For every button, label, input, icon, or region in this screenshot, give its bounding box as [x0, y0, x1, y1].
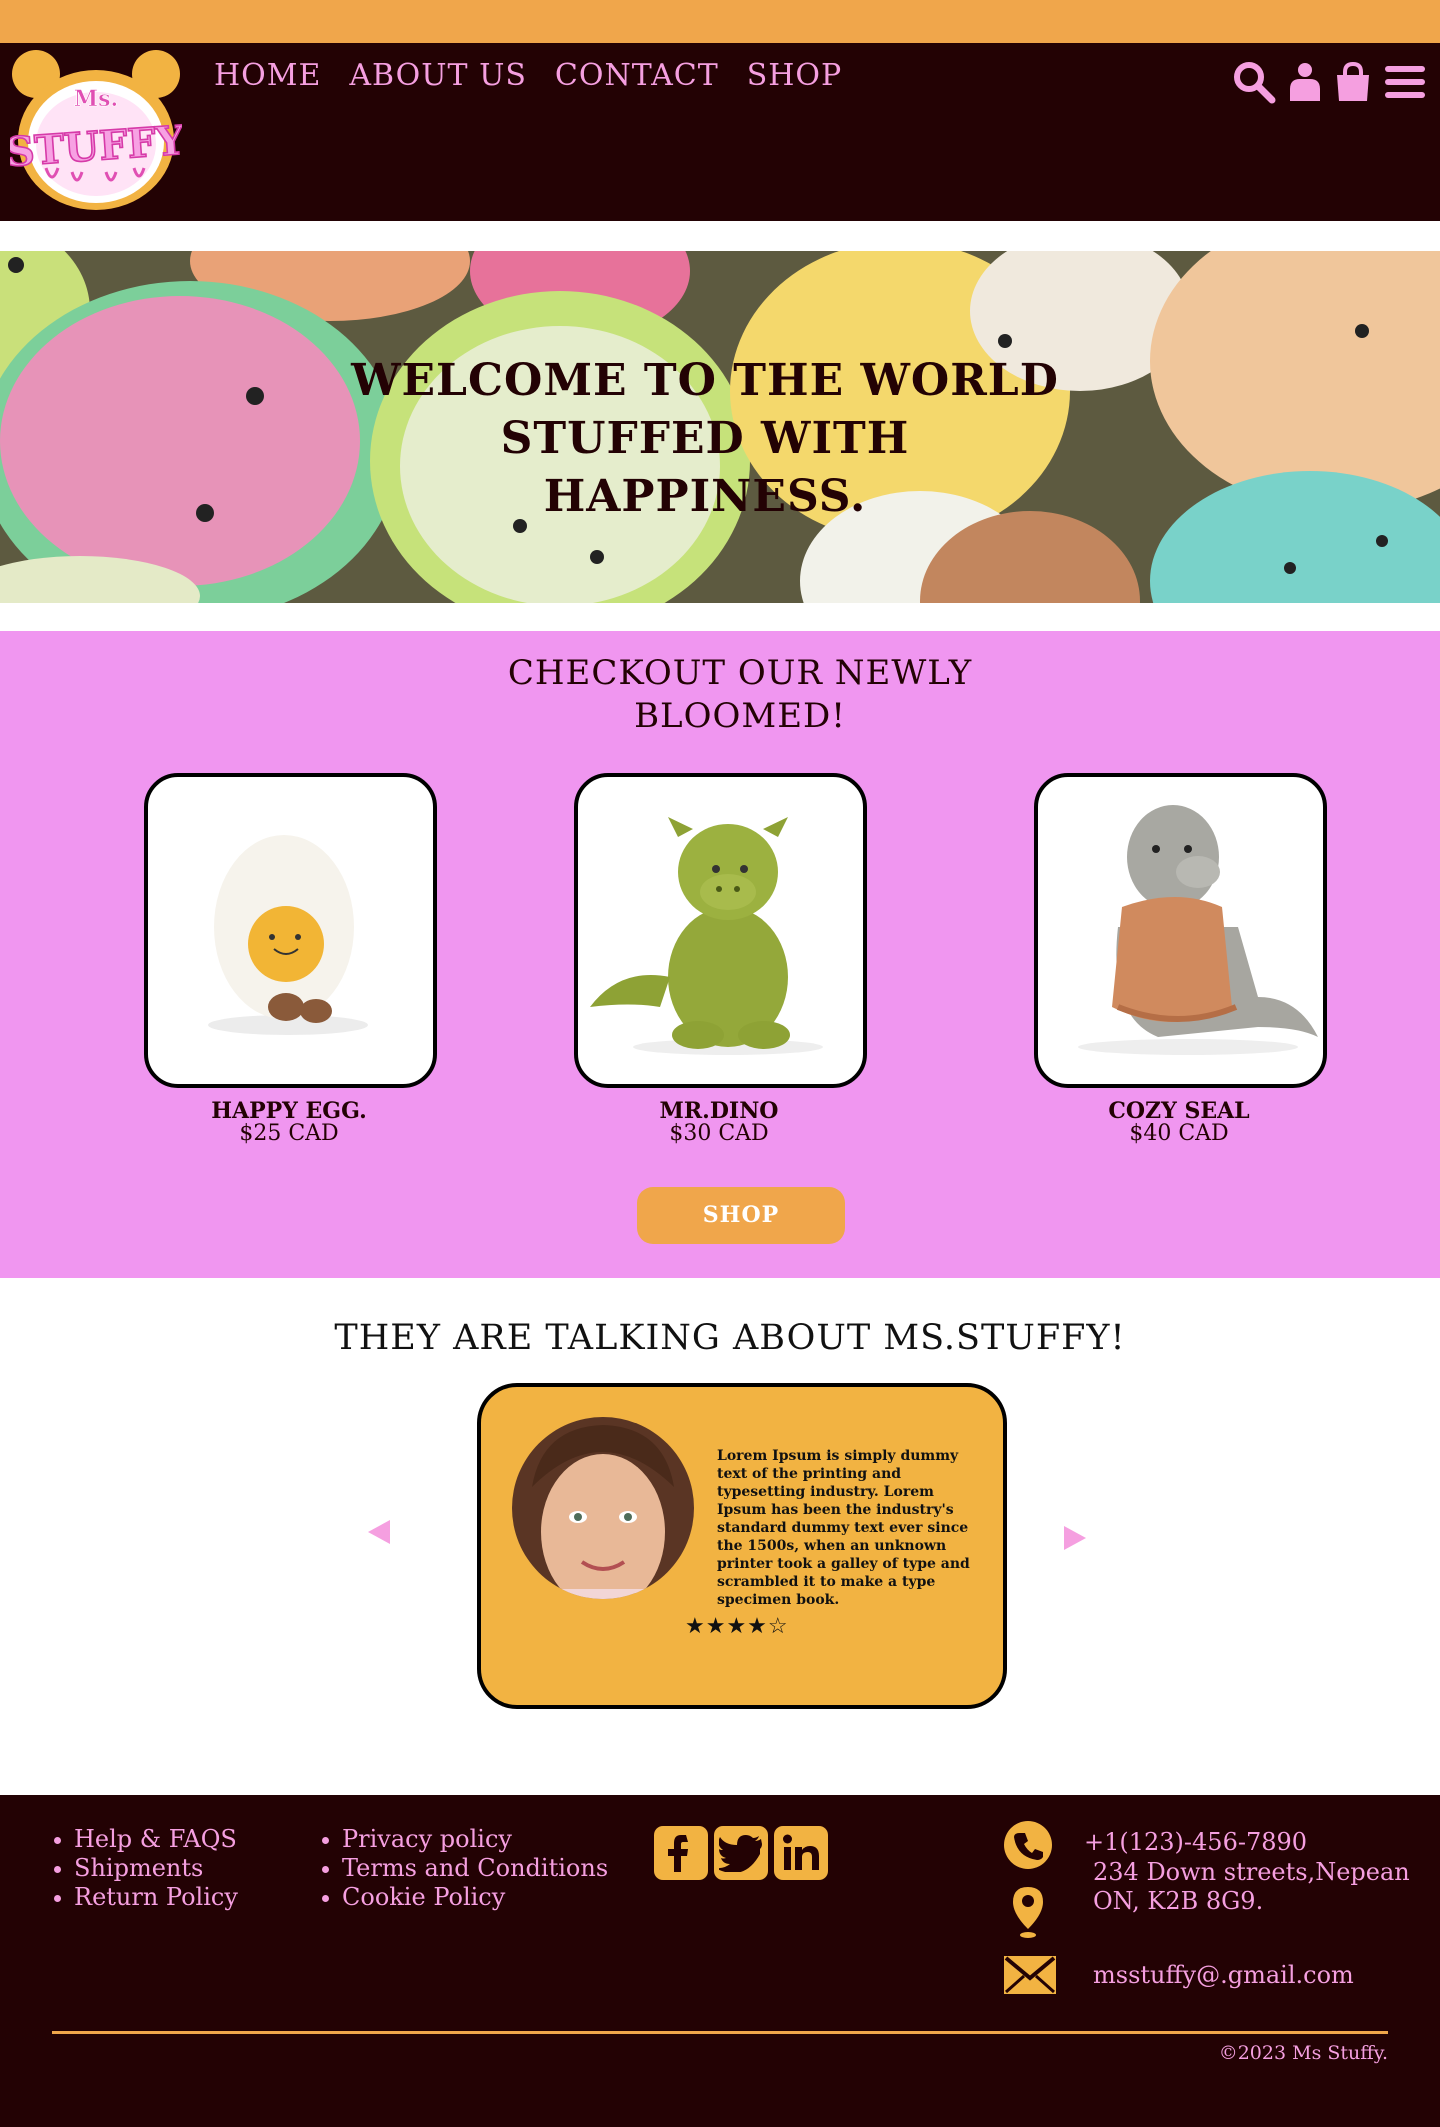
nav-home[interactable]: HOME — [214, 58, 321, 93]
nav-shop[interactable]: SHOP — [747, 58, 843, 93]
product-card-happy-egg[interactable] — [144, 773, 437, 1088]
footer-links-policy: Privacy policy Terms and Conditions Cook… — [320, 1825, 608, 1912]
main-nav: HOME ABOUT US CONTACT SHOP — [214, 58, 842, 93]
menu-icon[interactable] — [1384, 62, 1426, 102]
footer-link-shipments[interactable]: Shipments — [52, 1854, 238, 1883]
reviewer-avatar — [512, 1417, 694, 1599]
previous-arrow-icon[interactable] — [364, 1518, 394, 1546]
phone-icon — [1004, 1821, 1052, 1869]
review-card: Lorem Ipsum is simply dummy text of the … — [477, 1383, 1007, 1709]
next-arrow-icon[interactable] — [1060, 1524, 1090, 1552]
location-pin-icon — [1013, 1887, 1043, 1938]
copyright: ©2023 Ms Stuffy. — [1218, 2042, 1388, 2064]
email-icon — [1004, 1956, 1056, 1994]
user-icon[interactable] — [1288, 61, 1322, 103]
ms-stuffy-logo[interactable]: Ms. STUFFY — [10, 48, 182, 212]
cozy-seal-image — [1078, 805, 1318, 1055]
mr-dino-image — [590, 817, 823, 1055]
footer-address: 234 Down streets,Nepean ON, K2B 8G9. — [1093, 1858, 1410, 1916]
footer-divider — [52, 2031, 1388, 2034]
footer-phone[interactable]: +1(123)-456-7890 — [1084, 1828, 1307, 1857]
footer-link-return-policy[interactable]: Return Policy — [52, 1883, 238, 1912]
product-price-cozy-seal: $40 CAD — [1129, 1121, 1229, 1146]
footer-email[interactable]: msstuffy@.gmail.com — [1093, 1961, 1354, 1990]
nav-about-us[interactable]: ABOUT US — [349, 58, 527, 93]
hero-title: WELCOME TO THE WORLD STUFFED WITH HAPPIN… — [351, 355, 1059, 522]
twitter-icon[interactable] — [714, 1826, 768, 1880]
svg-text:Ms.: Ms. — [74, 86, 118, 112]
testimonials-title: THEY ARE TALKING ABOUT MS.STUFFY! — [334, 1318, 1126, 1358]
footer-links-help: Help & FAQS Shipments Return Policy — [52, 1825, 238, 1912]
footer-link-privacy-policy[interactable]: Privacy policy — [320, 1825, 608, 1854]
facebook-icon[interactable] — [654, 1826, 708, 1880]
social-links — [654, 1826, 828, 1880]
nav-contact[interactable]: CONTACT — [555, 58, 719, 93]
top-accent-bar — [0, 0, 1440, 43]
linkedin-icon[interactable] — [774, 1826, 828, 1880]
footer-address-line1: 234 Down streets,Nepean — [1093, 1858, 1410, 1886]
happy-egg-image — [208, 835, 368, 1035]
footer-link-cookie-policy[interactable]: Cookie Policy — [320, 1883, 608, 1912]
shop-button[interactable]: SHOP — [637, 1187, 845, 1244]
new-arrivals-title: CHECKOUT OUR NEWLY BLOOMED! — [507, 653, 973, 736]
review-text: Lorem Ipsum is simply dummy text of the … — [717, 1448, 970, 1608]
footer-link-help-faqs[interactable]: Help & FAQS — [52, 1825, 238, 1854]
product-card-mr-dino[interactable] — [574, 773, 867, 1088]
product-price-happy-egg: $25 CAD — [239, 1121, 339, 1146]
footer-link-terms[interactable]: Terms and Conditions — [320, 1854, 608, 1883]
rating-stars: ★★★★☆ — [685, 1614, 789, 1639]
footer-address-line2: ON, K2B 8G9. — [1093, 1887, 1264, 1915]
product-card-cozy-seal[interactable] — [1034, 773, 1327, 1088]
product-price-mr-dino: $30 CAD — [669, 1121, 769, 1146]
search-icon[interactable] — [1232, 60, 1276, 104]
nav-icons — [1232, 60, 1426, 104]
shopping-bag-icon[interactable] — [1334, 61, 1372, 103]
